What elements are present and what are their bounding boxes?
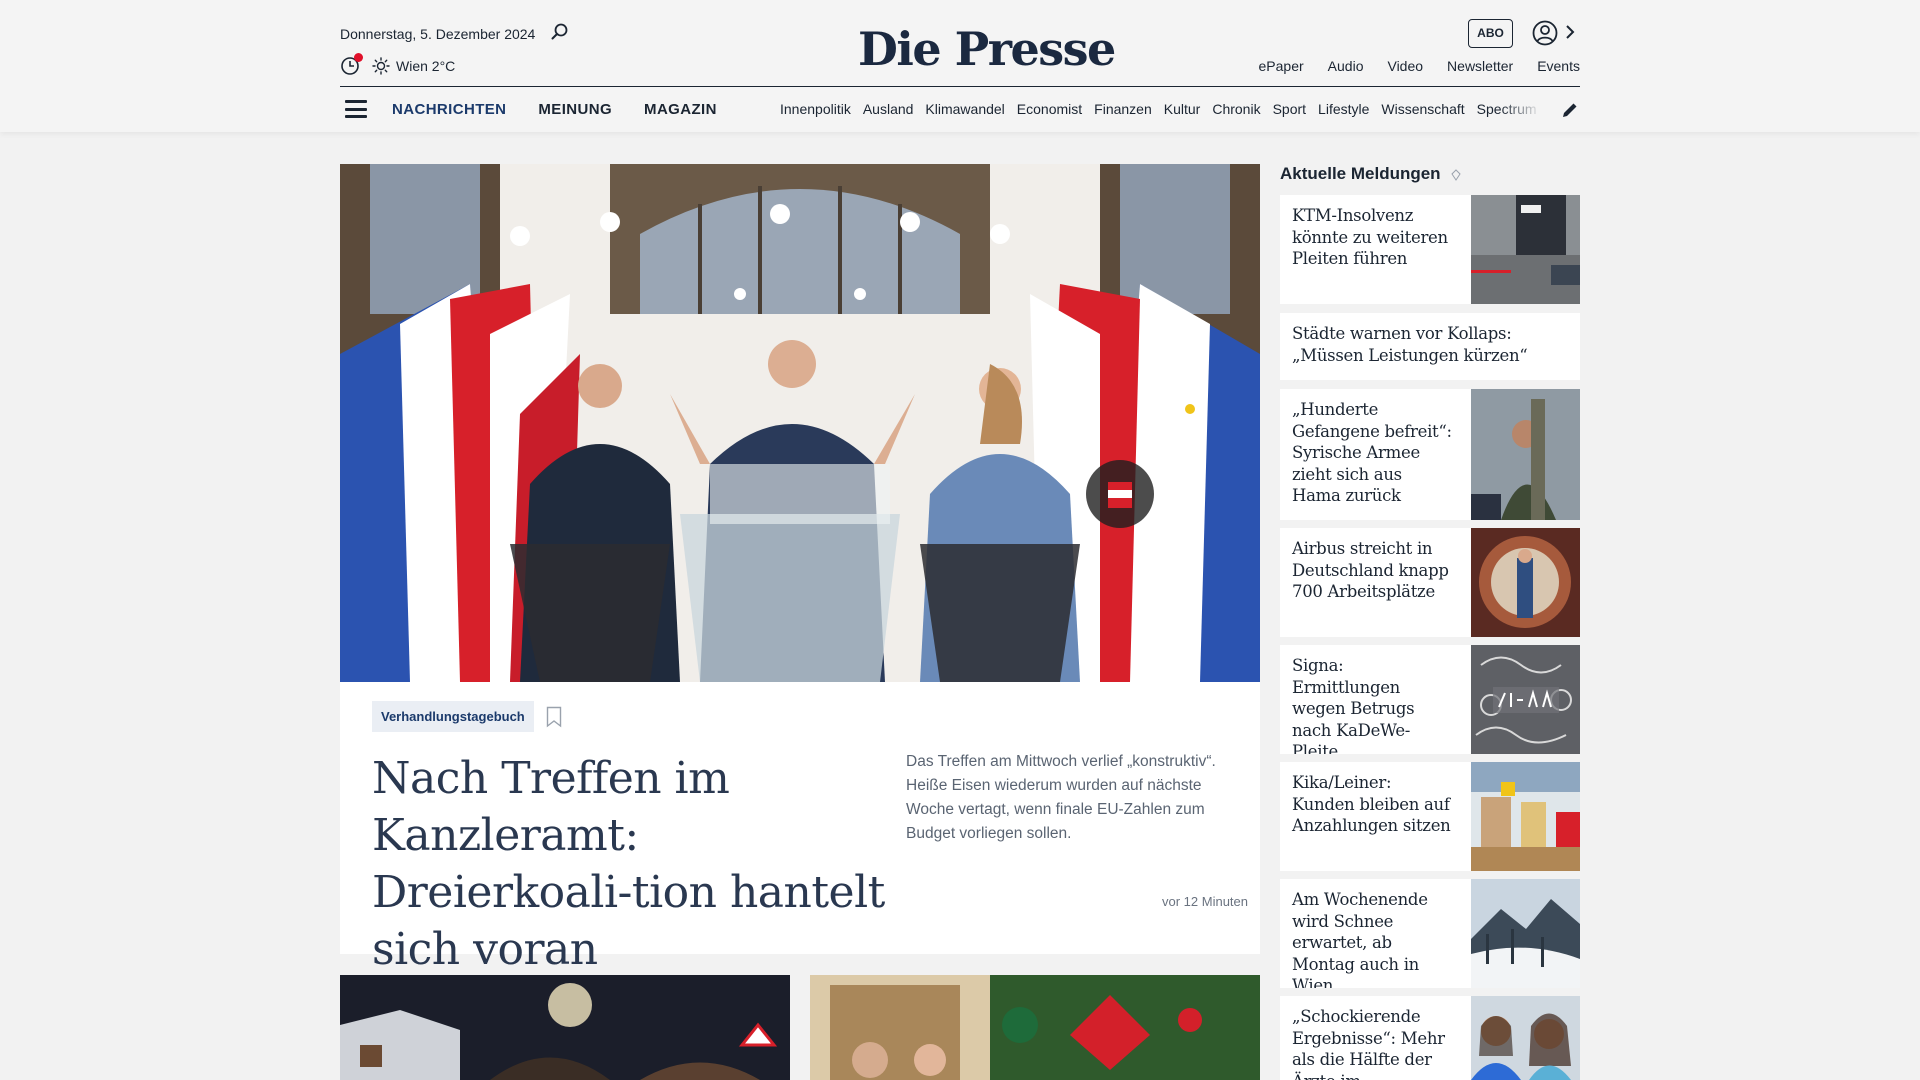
news-thumbnail[interactable] (1471, 879, 1580, 988)
news-item[interactable]: Airbus streicht in Deutschland knapp 700… (1280, 528, 1580, 637)
news-thumbnail[interactable] (1471, 645, 1580, 754)
toplink-newsletter[interactable]: Newsletter (1447, 58, 1513, 74)
user-icon[interactable] (1532, 20, 1558, 46)
news-item[interactable]: „Hunderte Gefangene befreit“: Syrische A… (1280, 389, 1580, 520)
news-item[interactable]: „Schockierende Ergebnisse“: Mehr als die… (1280, 996, 1580, 1080)
subnav-lifestyle[interactable]: Lifestyle (1318, 101, 1369, 117)
nav-fade (1500, 96, 1542, 124)
news-thumbnail[interactable] (1471, 389, 1580, 520)
current-date: Donnerstag, 5. Dezember 2024 (340, 26, 536, 42)
subnav-sport[interactable]: Sport (1273, 101, 1306, 117)
news-item[interactable]: Am Wochenende wird Schnee erwartet, ab M… (1280, 879, 1580, 988)
news-item[interactable]: Städte warnen vor Kollaps: „Müssen Leist… (1280, 313, 1580, 380)
clock-icon[interactable] (340, 53, 363, 76)
news-title[interactable]: Signa: Ermittlungen wegen Betrugs nach K… (1292, 655, 1452, 754)
search-icon[interactable] (550, 22, 570, 42)
latest-news-label: Aktuelle Meldungen (1280, 164, 1441, 183)
hero-category-tag[interactable]: Verhandlungstagebuch (372, 701, 534, 732)
top-links: ePaper Audio Video Newsletter Events (1259, 58, 1580, 74)
news-title[interactable]: „Hunderte Gefangene befreit“: Syrische A… (1292, 399, 1452, 507)
subnav-klimawandel[interactable]: Klimawandel (925, 101, 1004, 117)
hero-article[interactable]: Verhandlungstagebuch Nach Treffen im Kan… (340, 164, 1260, 975)
toplink-audio[interactable]: Audio (1328, 58, 1364, 74)
news-title[interactable]: Am Wochenende wird Schnee erwartet, ab M… (1292, 889, 1452, 988)
subnav-wissenschaft[interactable]: Wissenschaft (1381, 101, 1464, 117)
toplink-events[interactable]: Events (1537, 58, 1580, 74)
toplink-epaper[interactable]: ePaper (1259, 58, 1304, 74)
news-item[interactable]: KTM-Insolvenz könnte zu weiteren Pleiten… (1280, 195, 1580, 304)
news-title[interactable]: Airbus streicht in Deutschland knapp 700… (1292, 538, 1452, 603)
latest-news-heading: Aktuelle Meldungen (1280, 164, 1461, 184)
subnav-ausland[interactable]: Ausland (863, 101, 914, 117)
site-header: Donnerstag, 5. Dezember 2024 Wien 2°C Di… (0, 0, 1920, 132)
bookmark-icon[interactable] (546, 706, 562, 728)
hero-headline[interactable]: Nach Treffen im Kanzleramt: Dreierkoali-… (372, 750, 892, 978)
header-divider (340, 86, 1580, 87)
news-thumbnail[interactable] (1471, 996, 1580, 1080)
news-title[interactable]: Städte warnen vor Kollaps: „Müssen Leist… (1292, 323, 1572, 366)
subnav-innenpolitik[interactable]: Innenpolitik (780, 101, 851, 117)
notification-dot (354, 53, 363, 62)
news-thumbnail[interactable] (1471, 528, 1580, 637)
hero-image[interactable] (340, 164, 1260, 682)
main-nav: NACHRICHTEN MEINUNG MAGAZIN (392, 101, 717, 118)
news-title[interactable]: „Schockierende Ergebnisse“: Mehr als die… (1292, 1006, 1467, 1080)
news-title[interactable]: Kika/Leiner: Kunden bleiben auf Anzahlun… (1292, 772, 1452, 837)
news-item[interactable]: Kika/Leiner: Kunden bleiben auf Anzahlun… (1280, 762, 1580, 871)
menu-icon[interactable] (345, 100, 367, 118)
nav-magazin[interactable]: MAGAZIN (644, 101, 717, 118)
nav-meinung[interactable]: MEINUNG (538, 101, 612, 118)
nav-nachrichten[interactable]: NACHRICHTEN (392, 101, 506, 118)
toplink-video[interactable]: Video (1387, 58, 1423, 74)
sun-icon (372, 57, 390, 75)
chevron-right-icon[interactable] (1564, 22, 1576, 42)
live-icon (1451, 168, 1461, 181)
subnav-kultur[interactable]: Kultur (1164, 101, 1201, 117)
news-item[interactable]: Signa: Ermittlungen wegen Betrugs nach K… (1280, 645, 1580, 754)
pencil-icon[interactable] (1560, 100, 1580, 120)
weather-text[interactable]: Wien 2°C (396, 58, 455, 74)
subnav-economist[interactable]: Economist (1017, 101, 1082, 117)
article-card-image[interactable] (340, 975, 790, 1080)
section-nav: Innenpolitik Ausland Klimawandel Economi… (780, 101, 1542, 117)
hero-teaser: Das Treffen am Mittwoch verlief „konstru… (906, 753, 1216, 842)
news-title[interactable]: KTM-Insolvenz könnte zu weiteren Pleiten… (1292, 205, 1452, 270)
news-thumbnail[interactable] (1471, 195, 1580, 304)
abo-button[interactable]: ABO (1468, 19, 1513, 48)
subnav-chronik[interactable]: Chronik (1212, 101, 1260, 117)
news-thumbnail[interactable] (1471, 762, 1580, 871)
site-logo[interactable]: Die Presse (858, 22, 1116, 76)
subnav-finanzen[interactable]: Finanzen (1094, 101, 1152, 117)
article-card-image[interactable] (810, 975, 1260, 1080)
hero-timestamp: vor 12 Minuten (1162, 894, 1248, 909)
